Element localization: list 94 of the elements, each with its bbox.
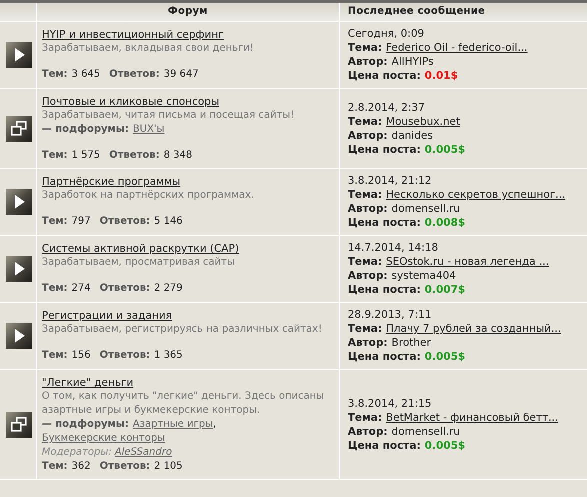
post-date: 3.8.2014, 21:12: [348, 174, 433, 188]
stat-label: Ответов:: [100, 282, 150, 296]
forum-title-link[interactable]: "Легкие" деньги: [42, 377, 134, 389]
author-label: Автор:: [348, 202, 388, 216]
stat-label: Ответов:: [109, 68, 160, 82]
topic-label: Тема:: [348, 410, 382, 424]
price-value: 0.01$: [424, 69, 458, 83]
play-icon: [6, 42, 32, 68]
author-label: Автор:: [348, 336, 388, 350]
stat-label: Ответов:: [109, 149, 160, 163]
stat-label: Ответов:: [100, 349, 150, 363]
column-header: Форум: [168, 5, 208, 19]
stat-label: Ответов:: [100, 460, 150, 474]
author-name: Brother: [392, 336, 432, 350]
play-icon: [6, 256, 32, 282]
price-value: 0.005$: [424, 142, 466, 156]
topic-link[interactable]: BetMarket - финансовый бетт...: [386, 410, 558, 424]
topic-link[interactable]: Плачу 7 рублей за созданный...: [386, 322, 562, 336]
author-label: Автор:: [348, 424, 388, 438]
column-header: Последнее сообщение: [348, 5, 486, 19]
post-date: 14.7.2014, 14:18: [348, 241, 440, 255]
subforum-link[interactable]: Букмекерские конторы: [42, 432, 166, 446]
subforum-link[interactable]: BUX'ы: [133, 123, 165, 137]
stat-label: Тем:: [42, 68, 68, 82]
stat-label: Тем:: [42, 460, 68, 474]
subforum-link[interactable]: Азартные игры: [133, 418, 214, 432]
forum-description: Зарабатываем, читая письма и посещая сайты!: [42, 109, 296, 123]
price-label: Цена поста:: [348, 350, 421, 364]
price-label: Цена поста:: [348, 283, 421, 297]
stat-value: 362: [72, 460, 91, 474]
topic-link[interactable]: Mousebux.net: [386, 114, 460, 128]
stat-value: 39 647: [164, 68, 199, 82]
post-date: 28.9.2013, 7:11: [348, 308, 433, 322]
stat-value: 797: [72, 215, 91, 229]
stat-label: Тем:: [42, 149, 68, 163]
stat-value: 3 645: [72, 68, 100, 82]
stat-value: 2 105: [154, 460, 183, 474]
stat-value: 2 279: [154, 282, 183, 296]
stat-value: 8 348: [164, 149, 192, 163]
forum-title-link[interactable]: Почтовые и кликовые спонсоры: [42, 96, 220, 108]
forum-description: Зарабатываем, вкладывая свои деньги!: [42, 42, 256, 56]
stat-value: 156: [72, 349, 91, 363]
forum-title-link[interactable]: Системы активной раскрутки (САР): [42, 243, 240, 255]
stat-label: Тем:: [42, 215, 68, 229]
subforums-label: — подфорумы:: [42, 123, 130, 137]
post-date: 3.8.2014, 21:15: [348, 396, 433, 410]
price-value: 0.007$: [424, 283, 466, 297]
stat-label: Тем:: [42, 282, 68, 296]
stat-value: 274: [72, 282, 91, 296]
windows-icon: [6, 412, 32, 438]
forum-title-link[interactable]: HYIP и инвестиционный серфинг: [42, 29, 224, 41]
stat-label: Ответов:: [100, 215, 150, 229]
forum-description: О том, как получить "легкие" деньги. Здесь описаны азартные игры и букмекерские конторы.: [42, 390, 326, 418]
topic-label: Тема:: [348, 322, 382, 336]
play-icon: [6, 189, 32, 215]
author-label: Автор:: [348, 55, 388, 69]
author-name: domensell.ru: [392, 424, 460, 438]
author-label: Автор:: [348, 128, 388, 142]
stat-value: 1 365: [154, 349, 183, 363]
topic-label: Тема:: [348, 188, 382, 202]
separator: ,: [213, 418, 216, 432]
forum-title-link[interactable]: Регистрации и задания: [42, 310, 172, 322]
forum-description: Заработок на партнёрских программах.: [42, 189, 256, 203]
forum-description: Зарабатываем, регистрируясь на различных сайтах!: [42, 323, 324, 337]
price-label: Цена поста:: [348, 438, 421, 452]
forum-description: Зарабатываем, просматривая сайты: [42, 256, 236, 270]
author-name: danides: [392, 128, 434, 142]
price-label: Цена поста:: [348, 216, 421, 230]
topic-label: Тема:: [348, 41, 382, 55]
stat-value: 1 575: [72, 149, 100, 163]
author-name: AllHYIPs: [392, 55, 434, 69]
topic-link[interactable]: Federico Oil - federico-oil...: [386, 41, 528, 55]
price-value: 0.005$: [424, 350, 466, 364]
price-label: Цена поста:: [348, 142, 421, 156]
subforums-label: — подфорумы:: [42, 418, 130, 432]
stat-value: 5 146: [154, 215, 183, 229]
moderator-link[interactable]: AleSSandro: [115, 447, 172, 458]
post-date: Сегодня, 0:09: [348, 27, 426, 41]
author-name: systema404: [392, 269, 456, 283]
price-value: 0.005$: [424, 438, 466, 452]
topic-label: Тема:: [348, 255, 382, 269]
windows-icon: [6, 116, 32, 142]
price-value: 0.008$: [424, 216, 466, 230]
topic-link[interactable]: Несколько секретов успешног...: [386, 188, 566, 202]
stat-label: Тем:: [42, 349, 68, 363]
topic-link[interactable]: SEOstok.ru - новая легенда ...: [386, 255, 550, 269]
topic-label: Тема:: [348, 114, 382, 128]
author-name: domensell.ru: [392, 202, 460, 216]
play-icon: [6, 323, 32, 349]
author-label: Автор:: [348, 269, 388, 283]
post-date: 2.8.2014, 2:37: [348, 100, 426, 114]
price-label: Цена поста:: [348, 69, 421, 83]
moderators-label: Модераторы:: [42, 447, 112, 458]
forum-title-link[interactable]: Партнёрские программы: [42, 176, 181, 188]
